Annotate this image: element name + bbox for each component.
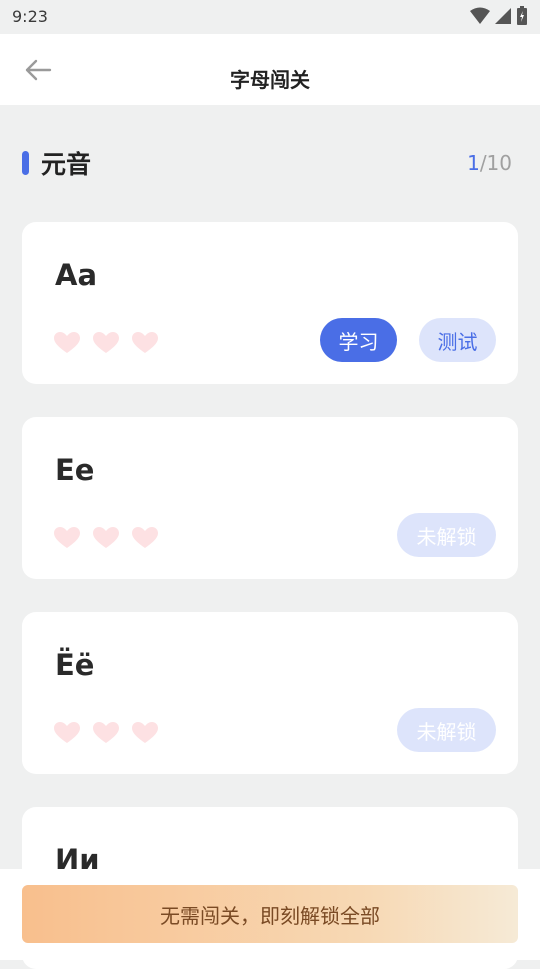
page-title: 字母闯关 <box>230 68 310 92</box>
progress-total: /10 <box>479 151 512 175</box>
progress-current: 1 <box>467 151 480 175</box>
battery-icon <box>517 6 527 25</box>
status-time: 9:23 <box>12 7 48 26</box>
section-accent-bar <box>22 151 29 175</box>
letter-card-a: Aa 学习 测试 <box>22 222 518 384</box>
wifi-icon <box>470 7 490 24</box>
heart-icon <box>93 722 119 743</box>
letter-title: Aa <box>55 258 98 292</box>
heart-icon <box>132 527 158 548</box>
signal-icon <box>495 8 511 24</box>
letter-title: Ёё <box>55 648 95 682</box>
letter-title: Ee <box>55 453 95 487</box>
heart-icon <box>132 332 158 353</box>
study-button[interactable]: 学习 <box>320 318 397 362</box>
heart-icon <box>93 332 119 353</box>
heart-icon <box>93 527 119 548</box>
bottom-panel: 无需闯关，即刻解锁全部 <box>0 869 540 960</box>
heart-rating <box>54 722 158 744</box>
test-button[interactable]: 测试 <box>419 318 496 362</box>
heart-rating <box>54 332 158 354</box>
status-bar: 9:23 <box>0 0 540 34</box>
unlock-all-button[interactable]: 无需闯关，即刻解锁全部 <box>22 885 518 943</box>
status-icons <box>470 6 528 26</box>
letter-card-yo: Ёё 未解锁 <box>22 612 518 774</box>
heart-icon <box>54 722 80 743</box>
level-progress: 1/10 <box>467 151 512 175</box>
heart-rating <box>54 527 158 549</box>
heart-icon <box>132 722 158 743</box>
heart-icon <box>54 332 80 353</box>
letter-card-e: Ee 未解锁 <box>22 417 518 579</box>
app-header: 字母闯关 <box>0 34 540 105</box>
section-title: 元音 <box>41 150 92 179</box>
locked-button[interactable]: 未解锁 <box>397 708 496 752</box>
heart-icon <box>54 527 80 548</box>
locked-button[interactable]: 未解锁 <box>397 513 496 557</box>
